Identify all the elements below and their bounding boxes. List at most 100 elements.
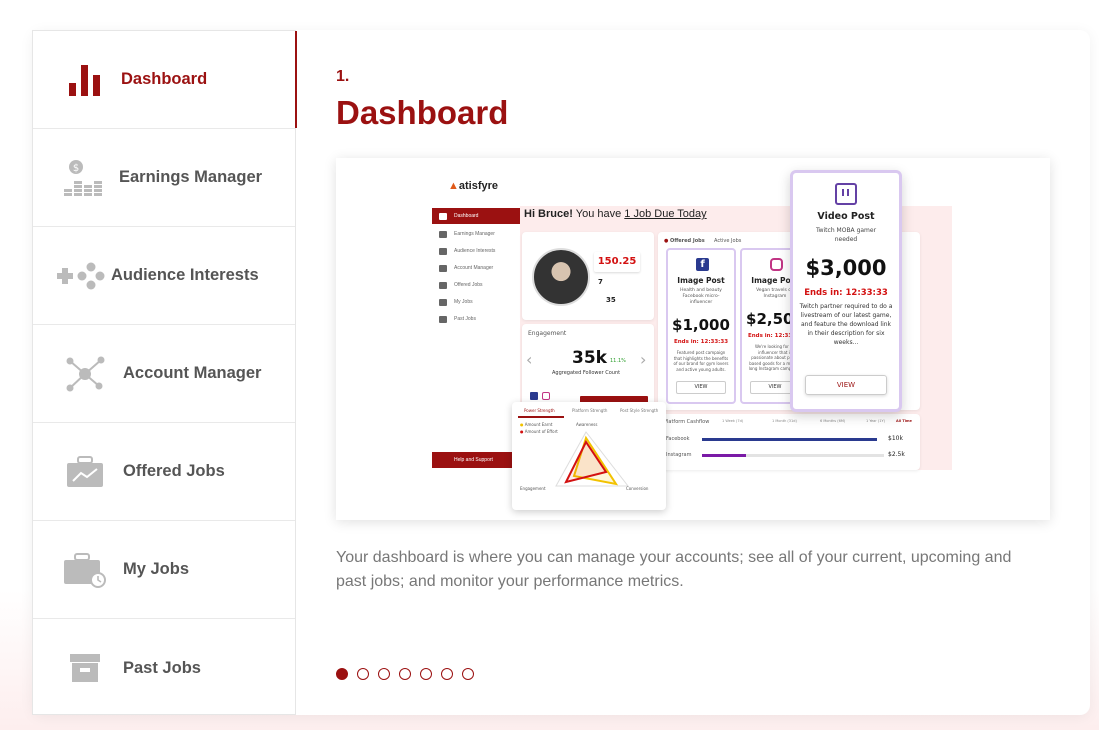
coins-icon: $ [58, 158, 108, 198]
video-job-card: Video Post Twitch MOBA gamer needed $3,0… [790, 170, 902, 412]
radar-axis-label: Engagement [520, 486, 546, 491]
radar-tab: Platform Strength [572, 408, 608, 413]
sidebar-item-label: Offered Jobs [123, 462, 225, 480]
jobs-tab-offered: ● Offered Jobs [664, 238, 705, 244]
range-tab: 1 Month (31d) [772, 419, 797, 423]
briefcase-icon [60, 452, 110, 492]
job-countdown: Ends in: 12:33:33 [673, 339, 729, 345]
range-tab: 6 Months (6M) [820, 419, 846, 423]
radar-chart [555, 431, 630, 487]
sidebar: Dashboard $ Earnings Manager Audience In… [32, 30, 297, 717]
job-subtitle: Twitch MOBA gamer needed [815, 227, 877, 243]
gamepad-icon [55, 256, 105, 296]
instagram-icon [770, 258, 783, 271]
bar-chart-icon [60, 60, 110, 100]
platform-value: $10k [888, 435, 903, 442]
briefcase-clock-icon [60, 550, 110, 590]
sidebar-item-audience-interests[interactable]: Audience Interests [33, 227, 295, 325]
preview-nav-item: Offered Jobs [432, 277, 520, 293]
sidebar-item-label: Earnings Manager [119, 168, 263, 186]
sidebar-item-label: My Jobs [123, 560, 190, 578]
job-description: Twitch partner required to do a livestre… [799, 303, 893, 346]
sidebar-item-label: Past Jobs [123, 658, 201, 677]
sidebar-item-offered-jobs[interactable]: Offered Jobs [33, 423, 295, 521]
score-value: 35 [606, 296, 616, 304]
sidebar-item-label: Account Manager [123, 364, 262, 382]
twitch-icon [835, 183, 857, 205]
sidebar-item-account-manager[interactable]: Account Manager [33, 325, 295, 423]
instagram-icon [542, 392, 550, 400]
facebook-icon [530, 392, 538, 400]
preview-nav: Dashboard Earnings Manager Audience Inte… [432, 206, 520, 470]
preview-nav-item: Audience Interests [432, 243, 520, 259]
preview-user-widget: 150.25 7 35 [522, 232, 654, 320]
page-title: Dashboard [336, 94, 509, 131]
score-value: 7 [598, 278, 603, 286]
platform-name: Instagram [666, 452, 692, 458]
platform-bar [702, 438, 877, 441]
radar-axis-label: Awareness [576, 422, 598, 427]
follower-label: Aggregated Follower Count [552, 370, 621, 376]
facebook-icon: f [696, 258, 709, 271]
preview-nav-item: Dashboard [432, 208, 520, 224]
pagination-dot[interactable] [462, 668, 474, 680]
pagination-dot[interactable] [357, 668, 369, 680]
range-tab: 1 Year (1Y) [866, 419, 885, 423]
view-button: VIEW [676, 381, 726, 394]
dashboard-screenshot: ▲atisfyre Dashboard Earnings Manager Aud… [336, 158, 1050, 520]
step-number: 1. [336, 68, 350, 85]
preview-greeting: Hi Bruce! You have 1 Job Due Today [524, 208, 707, 220]
radar-legend: ● Amount Earnt [520, 422, 553, 427]
preview-nav-item: My Jobs [432, 294, 520, 310]
job-countdown: Ends in: 12:33:33 [804, 288, 888, 298]
follower-count: 35k [572, 348, 607, 368]
pagination-dot[interactable] [441, 668, 453, 680]
radar-tab: Power Strength [524, 408, 555, 413]
range-tab: 1 Week (7d) [722, 419, 744, 423]
sidebar-item-label: Dashboard [121, 70, 208, 88]
sidebar-item-past-jobs[interactable]: Past Jobs [33, 619, 295, 717]
network-icon [60, 354, 110, 394]
preview-engagement-widget: Engagement ‹ 35k 11.1% › Aggregated Foll… [522, 324, 654, 410]
job-title: Image Post [677, 276, 725, 285]
jobs-tab-active: Active Jobs [714, 238, 742, 244]
preview-cashflow-panel: Platform Cashflow 1 Week (7d) 1 Month (3… [658, 414, 920, 470]
avatar [532, 248, 590, 306]
pagination-dot[interactable] [399, 668, 411, 680]
preview-nav-item: Past Jobs [432, 311, 520, 327]
job-amount: $1,000 [672, 316, 730, 334]
widget-title: Engagement [528, 330, 567, 337]
preview-help-button: Help and Support [432, 452, 520, 468]
pagination-dot[interactable] [378, 668, 390, 680]
chevron-left-icon: ‹ [526, 350, 533, 369]
radar-tab: Post Style Strength [620, 408, 659, 413]
preview-nav-item: Account Manager [432, 260, 520, 276]
widget-title: Platform Cashflow [664, 419, 710, 425]
chevron-right-icon: › [640, 350, 647, 369]
pagination-dot[interactable] [336, 668, 348, 680]
preview-radar-widget: Power Strength Platform Strength Post St… [512, 402, 666, 510]
job-amount: $3,000 [805, 256, 887, 280]
score-badge: 150.25 [594, 252, 640, 272]
sidebar-item-earnings-manager[interactable]: $ Earnings Manager [33, 129, 295, 227]
preview-nav-item: Earnings Manager [432, 226, 520, 242]
follower-change: 11.1% [610, 358, 626, 364]
job-description: Featured post campaign that highlights t… [673, 350, 729, 372]
platform-value: $2.5k [888, 451, 905, 458]
page-description: Your dashboard is where you can manage y… [336, 549, 1012, 590]
archive-icon [60, 648, 110, 688]
view-button: VIEW [805, 375, 887, 395]
preview-logo: ▲atisfyre [448, 180, 499, 192]
pagination-dot[interactable] [420, 668, 432, 680]
job-title: Video Post [817, 211, 875, 222]
sidebar-item-dashboard[interactable]: Dashboard [33, 31, 297, 129]
sidebar-item-my-jobs[interactable]: My Jobs [33, 521, 295, 619]
main-content: 1. Dashboard ▲atisfyre Dashboard Earning… [336, 30, 1056, 680]
svg-text:$: $ [73, 163, 79, 174]
platform-bar [702, 454, 746, 457]
job-card: f Image Post Health and beauty Facebook … [666, 248, 736, 404]
range-tab: All Time [896, 419, 912, 423]
flame-icon: ▲ [448, 180, 459, 192]
sidebar-item-label: Audience Interests [111, 266, 259, 284]
platform-name: Facebook [666, 436, 690, 442]
